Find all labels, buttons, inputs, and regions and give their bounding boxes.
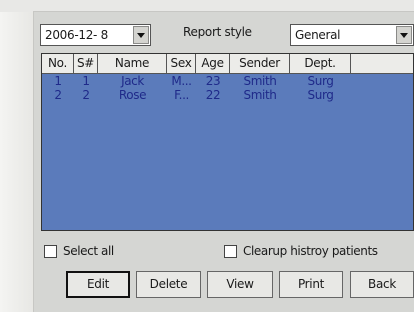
column-header-age[interactable]: Age [196,54,230,73]
print-button[interactable]: Print [279,271,343,298]
cell-dept: Surg [307,74,334,88]
select-all-checkbox[interactable] [44,245,57,258]
cell-sender: Smith [243,74,277,88]
edit-button[interactable]: Edit [66,271,130,298]
select-all-checkbox-group[interactable]: Select all [44,244,154,260]
cell-no: 2 [54,88,62,102]
cell-sex: F... [174,88,189,102]
column-header-sex[interactable]: Sex [167,54,196,73]
table-row[interactable]: 2 2 Rose F... 22 Smith Surg [42,88,413,102]
cell-sn: 1 [82,74,90,88]
clearup-history-checkbox-group[interactable]: Clearup histroy patients [224,244,404,260]
report-style-dropdown[interactable]: General [290,24,414,46]
cell-name: Jack [121,74,144,88]
report-style-label: Report style [183,25,252,39]
cell-sex: M... [171,74,192,88]
cell-sender: Smith [243,88,277,102]
cell-name: Rose [118,88,147,102]
table-row[interactable]: 1 1 Jack M... 23 Smith Surg [42,74,413,88]
column-header-sn[interactable]: S# [74,54,98,73]
column-header-dept[interactable]: Dept. [290,54,351,73]
column-header-sender[interactable]: Sender [230,54,290,73]
date-dropdown[interactable]: 2006-12- 8 [40,24,151,46]
column-header-name[interactable]: Name [98,54,167,73]
column-header-no[interactable]: No. [42,54,74,73]
delete-button[interactable]: Delete [136,271,201,298]
cell-sn: 2 [82,88,90,102]
date-value: 2006-12- 8 [45,28,108,42]
back-button[interactable]: Back [350,271,414,298]
cell-age: 22 [205,88,221,102]
cell-age: 23 [205,74,221,88]
background-left [0,0,34,312]
clearup-history-checkbox[interactable] [224,245,237,258]
column-header-blank [351,54,413,73]
cell-dept: Surg [307,88,334,102]
report-style-value: General [295,28,341,42]
view-button[interactable]: View [207,271,273,298]
select-all-label[interactable]: Select all [63,244,114,258]
chevron-down-icon[interactable] [396,26,412,44]
chevron-down-icon[interactable] [133,26,149,44]
patient-table[interactable]: No. S# Name Sex Age Sender Dept. 1 1 Jac… [41,53,414,231]
table-header: No. S# Name Sex Age Sender Dept. [42,54,413,74]
clearup-history-label[interactable]: Clearup histroy patients [243,244,378,258]
cell-no: 1 [54,74,62,88]
